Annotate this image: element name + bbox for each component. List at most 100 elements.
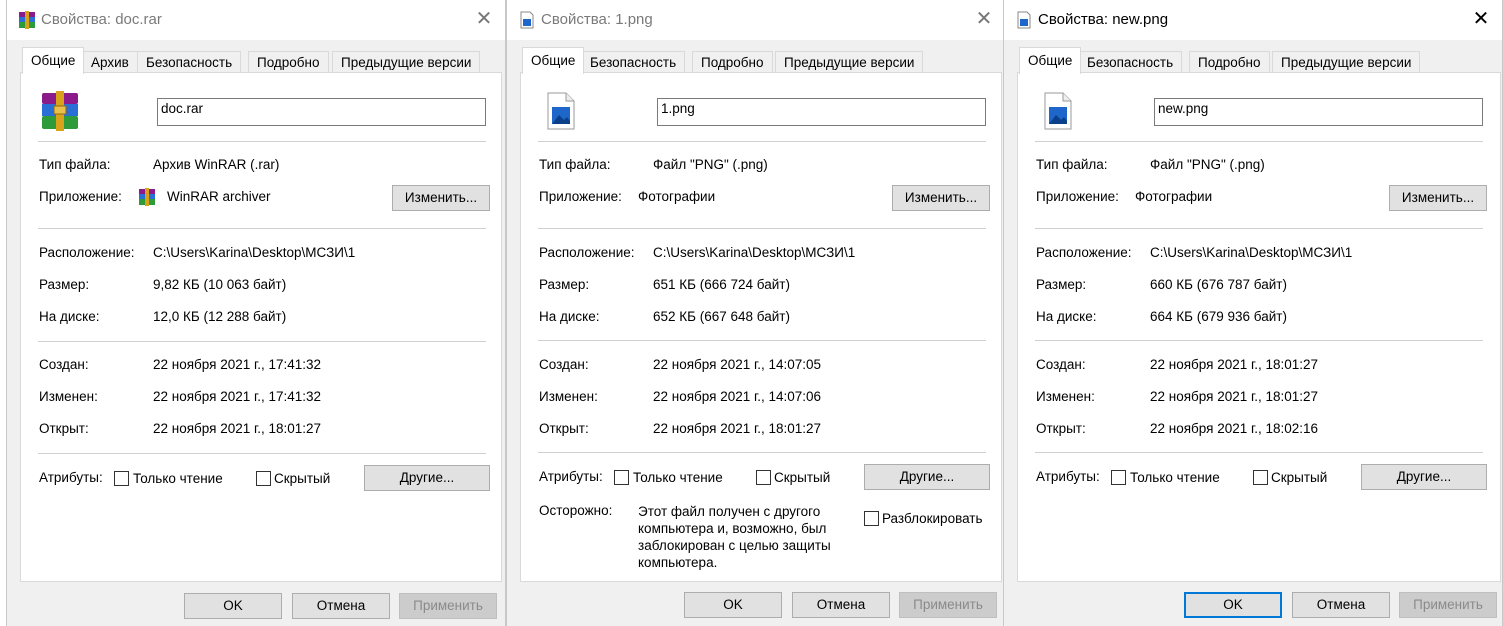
application-value: Фотографии xyxy=(1135,189,1213,204)
location-label: Расположение: xyxy=(1036,245,1132,260)
readonly-label: Только чтение xyxy=(633,470,723,485)
attributes-label: Атрибуты: xyxy=(39,470,103,485)
hidden-label: Скрытый xyxy=(774,470,831,485)
separator xyxy=(38,228,486,229)
created-label: Создан: xyxy=(539,357,589,372)
modified-value: 22 ноября 2021 г., 14:07:06 xyxy=(653,389,822,404)
window-title: Свойства: 1.png xyxy=(541,11,653,28)
accessed-label: Открыт: xyxy=(39,421,89,436)
file-type-label: Тип файла: xyxy=(39,157,111,172)
winrar-icon xyxy=(19,11,35,29)
window-title: Свойства: new.png xyxy=(1038,11,1169,28)
tab-bar: Общие Безопасность Подробно Предыдущие в… xyxy=(1017,47,1489,74)
tab-details[interactable]: Подробно xyxy=(1189,51,1270,74)
tab-details[interactable]: Подробно xyxy=(248,51,329,74)
other-attributes-button[interactable]: Другие... xyxy=(1361,464,1487,490)
modified-label: Изменен: xyxy=(1036,389,1095,404)
separator xyxy=(1035,228,1483,229)
size-value: 660 КБ (676 787 байт) xyxy=(1150,277,1287,292)
change-button[interactable]: Изменить... xyxy=(1389,185,1487,211)
tab-security[interactable]: Безопасность xyxy=(1078,51,1183,74)
separator xyxy=(1035,340,1483,341)
change-button[interactable]: Изменить... xyxy=(892,185,990,211)
warning-text: Этот файл получен с другого компьютера и… xyxy=(638,504,831,570)
unblock-checkbox[interactable] xyxy=(864,511,879,526)
tab-general[interactable]: Общие xyxy=(522,47,585,74)
readonly-label: Только чтение xyxy=(133,471,223,486)
other-attributes-button[interactable]: Другие... xyxy=(364,465,490,491)
tab-general[interactable]: Общие xyxy=(1019,47,1082,74)
separator xyxy=(38,341,486,342)
separator xyxy=(38,453,486,454)
accessed-value: 22 ноября 2021 г., 18:01:27 xyxy=(153,421,322,436)
file-type-value: Файл "PNG" (.png) xyxy=(653,157,768,172)
created-value: 22 ноября 2021 г., 18:01:27 xyxy=(1150,357,1319,372)
application-value: Фотографии xyxy=(638,189,716,204)
disk-size-value: 12,0 КБ (12 288 байт) xyxy=(153,309,287,324)
readonly-checkbox[interactable] xyxy=(614,470,629,485)
tab-archive[interactable]: Архив xyxy=(82,51,138,74)
apply-button[interactable]: Применить xyxy=(399,593,497,619)
location-label: Расположение: xyxy=(539,245,635,260)
tab-security[interactable]: Безопасность xyxy=(137,51,242,74)
warning-label: Осторожно: xyxy=(539,503,613,518)
general-panel: 1.png Тип файла: Файл "PNG" (.png) Прило… xyxy=(520,72,1002,582)
hidden-checkbox[interactable] xyxy=(1253,470,1268,485)
hidden-checkbox[interactable] xyxy=(756,470,771,485)
accessed-label: Открыт: xyxy=(539,421,589,436)
modified-value: 22 ноября 2021 г., 17:41:32 xyxy=(153,389,322,404)
size-label: Размер: xyxy=(539,277,590,292)
readonly-label: Только чтение xyxy=(1130,470,1220,485)
application-value: WinRAR archiver xyxy=(167,189,271,204)
file-type-label: Тип файла: xyxy=(539,157,611,172)
png-file-icon xyxy=(520,11,534,29)
readonly-checkbox[interactable] xyxy=(114,471,129,486)
filename-field[interactable]: 1.png xyxy=(657,98,986,126)
ok-button[interactable]: OK xyxy=(1184,592,1282,618)
readonly-checkbox[interactable] xyxy=(1111,470,1126,485)
tab-security[interactable]: Безопасность xyxy=(581,51,686,74)
cancel-button[interactable]: Отмена xyxy=(792,592,890,618)
modified-value: 22 ноября 2021 г., 18:01:27 xyxy=(1150,389,1319,404)
separator xyxy=(1035,141,1483,142)
ok-button[interactable]: OK xyxy=(684,592,782,618)
disk-size-value: 664 КБ (679 936 байт) xyxy=(1150,309,1287,324)
attributes-label: Атрибуты: xyxy=(539,469,603,484)
hidden-checkbox[interactable] xyxy=(256,471,271,486)
tab-previous-versions[interactable]: Предыдущие версии xyxy=(332,51,481,74)
disk-size-label: На диске: xyxy=(539,309,600,324)
tab-previous-versions[interactable]: Предыдущие версии xyxy=(775,51,924,74)
close-icon[interactable]: ✕ xyxy=(1470,8,1492,30)
accessed-value: 22 ноября 2021 г., 18:02:16 xyxy=(1150,421,1319,436)
close-icon[interactable]: ✕ xyxy=(973,8,995,30)
properties-window-doc-rar: Свойства: doc.rar ✕ Общие Архив Безопасн… xyxy=(6,0,506,626)
general-panel: doc.rar Тип файла: Архив WinRAR (.rar) П… xyxy=(20,72,502,582)
title-bar[interactable]: Свойства: new.png ✕ xyxy=(1004,0,1502,40)
location-value: C:\Users\Karina\Desktop\МСЗИ\1 xyxy=(153,245,356,260)
separator xyxy=(1035,452,1483,453)
accessed-label: Открыт: xyxy=(1036,421,1086,436)
ok-button[interactable]: OK xyxy=(184,593,282,619)
title-bar[interactable]: Свойства: doc.rar ✕ xyxy=(7,0,505,40)
tab-general[interactable]: Общие xyxy=(22,47,85,74)
cancel-button[interactable]: Отмена xyxy=(292,593,390,619)
apply-button[interactable]: Применить xyxy=(899,592,997,618)
close-icon[interactable]: ✕ xyxy=(473,8,495,30)
winrar-archive-icon xyxy=(42,91,78,131)
location-value: C:\Users\Karina\Desktop\МСЗИ\1 xyxy=(1150,245,1353,260)
tab-previous-versions[interactable]: Предыдущие версии xyxy=(1272,51,1421,74)
winrar-app-icon xyxy=(139,188,155,206)
attributes-label: Атрибуты: xyxy=(1036,469,1100,484)
filename-field[interactable]: doc.rar xyxy=(157,98,486,126)
properties-window-new-png: Свойства: new.png ✕ Общие Безопасность П… xyxy=(1003,0,1503,626)
png-image-icon xyxy=(1044,92,1072,130)
filename-field[interactable]: new.png xyxy=(1154,98,1483,126)
change-button[interactable]: Изменить... xyxy=(392,185,490,211)
cancel-button[interactable]: Отмена xyxy=(1292,592,1390,618)
separator xyxy=(538,228,986,229)
tab-details[interactable]: Подробно xyxy=(692,51,773,74)
application-label: Приложение: xyxy=(39,189,122,204)
title-bar[interactable]: Свойства: 1.png ✕ xyxy=(507,0,1005,40)
other-attributes-button[interactable]: Другие... xyxy=(864,464,990,490)
apply-button[interactable]: Применить xyxy=(1399,592,1497,618)
